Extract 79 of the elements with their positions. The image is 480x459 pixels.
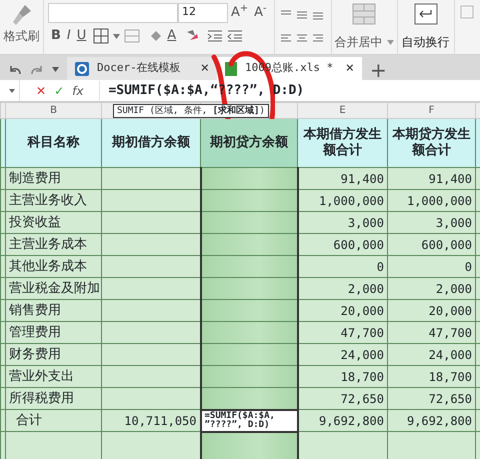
column-letter: B xyxy=(6,102,102,118)
account-cell: 投资收益 xyxy=(6,212,102,234)
italic-button[interactable]: I xyxy=(64,27,74,45)
amount-cell: 3,000 xyxy=(388,212,476,234)
amount-cell: 2,000 xyxy=(298,278,388,300)
account-cell: 营业外支出 xyxy=(6,366,102,388)
font-size-field[interactable]: 12 xyxy=(178,3,228,23)
account-cell: 主营业务成本 xyxy=(6,234,102,256)
amount-cell: 24,000 xyxy=(388,344,476,366)
amount-cell: 18,700 xyxy=(388,366,476,388)
indent-icon[interactable] xyxy=(207,29,224,43)
caret-icon[interactable] xyxy=(9,88,15,92)
amount-cell: 20,000 xyxy=(388,300,476,322)
account-cell: 制造费用 xyxy=(6,168,102,190)
underline-button[interactable]: U xyxy=(74,27,90,45)
amount-cell: 2,000 xyxy=(388,278,476,300)
merge-center-label[interactable]: 合并居中 xyxy=(334,33,383,51)
column-header: 期初贷方余额 xyxy=(200,118,298,168)
amount-cell: 0 xyxy=(298,256,388,278)
column-header: 期初借方余额 xyxy=(102,118,200,168)
brush-icon[interactable] xyxy=(10,3,32,27)
amount-cell: 47,700 xyxy=(388,322,476,344)
amount-cell: 600,000 xyxy=(388,234,476,256)
cell-editor: =SUMIF($A:$A, ”????”, D:D) xyxy=(200,410,298,432)
cell-style-icon[interactable] xyxy=(124,28,140,44)
format-painter-label[interactable]: 格式刷 xyxy=(4,27,40,45)
amount-cell: 1,000,000 xyxy=(388,190,476,212)
amount-cell: 91,400 xyxy=(388,168,476,190)
caret-icon[interactable] xyxy=(113,34,120,38)
amount-cell: 9,692,800 xyxy=(298,410,388,432)
account-cell: 管理费用 xyxy=(6,322,102,344)
account-cell: 财务费用 xyxy=(6,344,102,366)
amount-cell: 91,400 xyxy=(298,168,388,190)
account-cell: 营业税金及附加 xyxy=(6,278,102,300)
insert-function-button[interactable]: fx xyxy=(72,82,84,100)
wrap-text-label[interactable]: 自动换行 xyxy=(402,33,450,51)
column-header: 本期贷方发生额合计 xyxy=(388,118,476,168)
column-header: 科目名称 xyxy=(6,118,102,168)
amount-cell: 20,000 xyxy=(298,300,388,322)
caret-icon[interactable] xyxy=(52,67,59,72)
redo-icon[interactable] xyxy=(30,64,44,76)
account-cell: 其他业务成本 xyxy=(6,256,102,278)
font-name-field[interactable] xyxy=(48,3,178,23)
account-cell: 主营业务收入 xyxy=(6,190,102,212)
column-letter: F xyxy=(388,102,476,118)
undo-icon[interactable] xyxy=(8,64,22,76)
document-icon xyxy=(75,62,89,76)
amount-cell: 3,000 xyxy=(298,212,388,234)
new-tab-button[interactable]: + xyxy=(370,60,387,80)
grow-font-button[interactable]: A$^{+}$ xyxy=(228,4,252,22)
font-color-button[interactable]: A xyxy=(164,27,180,45)
amount-cell: 72,650 xyxy=(388,388,476,410)
wrap-text-icon[interactable] xyxy=(414,3,438,25)
function-tooltip: SUMIF (区域, 条件, [求和区域]) xyxy=(113,104,269,118)
shrink-font-button[interactable]: A$^{-}$ xyxy=(251,4,270,22)
amount-cell: 10,711,050 xyxy=(102,410,200,432)
outdent-icon[interactable] xyxy=(227,29,244,43)
close-button[interactable]: × xyxy=(200,58,209,79)
account-cell: 销售费用 xyxy=(6,300,102,322)
account-cell: 所得税费用 xyxy=(6,388,102,410)
amount-cell: 72,650 xyxy=(298,388,388,410)
bold-button[interactable]: B xyxy=(48,27,64,45)
tab-title: Docer-在线模板 xyxy=(97,60,182,76)
amount-cell: 0 xyxy=(388,256,476,278)
caret-icon[interactable] xyxy=(386,40,394,44)
amount-cell: 18,700 xyxy=(298,366,388,388)
column-letter: E xyxy=(298,102,388,118)
column-header: 本期借方发生额合计 xyxy=(298,118,388,168)
amount-cell: 24,000 xyxy=(298,344,388,366)
cancel-button[interactable]: ✕ xyxy=(36,82,46,100)
amount-cell: 47,700 xyxy=(298,322,388,344)
amount-cell: 1,000,000 xyxy=(298,190,388,212)
total-label: 合计 xyxy=(6,410,102,432)
file-tab[interactable]: Docer-在线模板 × xyxy=(67,57,217,80)
close-button[interactable]: × xyxy=(346,58,354,79)
amount-cell: 600,000 xyxy=(298,234,388,256)
borders-icon[interactable] xyxy=(93,28,110,44)
merge-cells-icon[interactable] xyxy=(352,3,376,25)
amount-cell: 9,692,800 xyxy=(388,410,476,432)
